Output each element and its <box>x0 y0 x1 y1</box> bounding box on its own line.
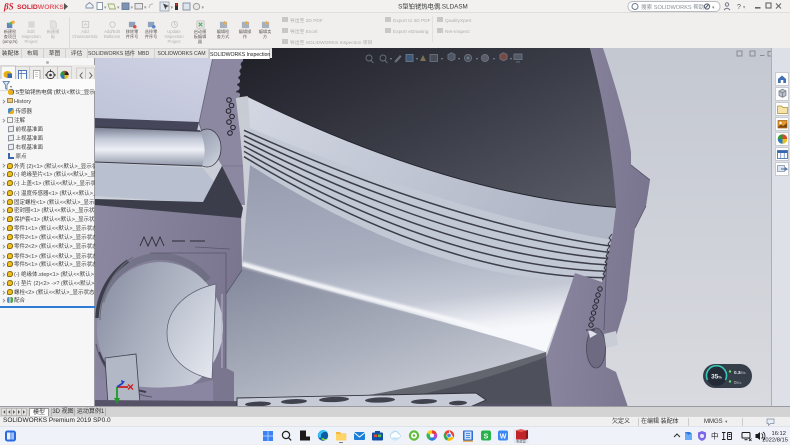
svg-text:βS: βS <box>3 2 14 12</box>
svg-text:▾: ▾ <box>144 5 147 11</box>
svg-text:35%: 35% <box>711 374 722 381</box>
svg-text:S型铂铑热电偶.SLDASM: S型铂铑热电偶.SLDASM <box>398 2 468 11</box>
svg-text:▾: ▾ <box>171 5 174 11</box>
svg-text:0B/s: 0B/s <box>734 380 742 385</box>
svg-text:?: ? <box>737 4 741 11</box>
svg-text:▾: ▾ <box>510 56 512 61</box>
svg-text:▾: ▾ <box>416 56 418 61</box>
svg-text:▾: ▾ <box>202 5 205 11</box>
svg-text:S: S <box>484 434 489 441</box>
svg-text:▾: ▾ <box>104 5 107 11</box>
svg-text:SOLIDWORKS: SOLIDWORKS <box>17 4 64 11</box>
svg-text:▾: ▾ <box>441 56 443 61</box>
svg-text:▾: ▾ <box>743 5 746 10</box>
svg-text:▾: ▾ <box>458 56 460 61</box>
svg-text:16:12: 16:12 <box>771 431 786 437</box>
svg-text:实战营: 实战营 <box>516 438 526 443</box>
svg-text:▾: ▾ <box>493 56 495 61</box>
svg-text:中: 中 <box>711 431 719 441</box>
svg-text:▾: ▾ <box>131 5 134 11</box>
svg-text:搜索 SOLIDWORKS 帮助: 搜索 SOLIDWORKS 帮助 <box>641 3 705 11</box>
svg-text:▾: ▾ <box>476 56 478 61</box>
svg-text:2022/8/15: 2022/8/15 <box>762 438 788 444</box>
svg-text:W: W <box>500 434 507 441</box>
svg-text:▾: ▾ <box>117 5 120 11</box>
svg-text:▾: ▾ <box>390 56 392 61</box>
svg-text:0.3B/s: 0.3B/s <box>734 370 746 375</box>
